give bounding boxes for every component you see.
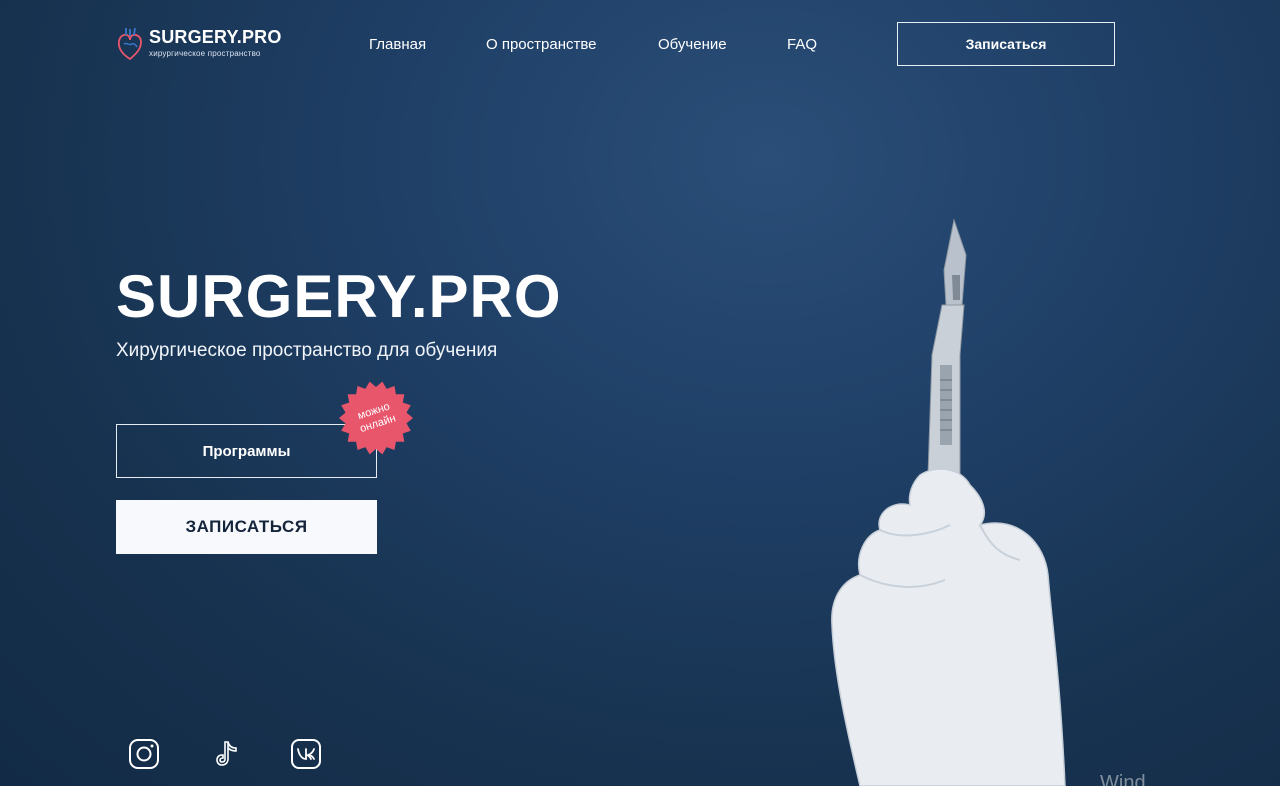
nav-item-faq[interactable]: FAQ xyxy=(787,36,817,53)
instagram-icon xyxy=(129,739,159,769)
vk-icon xyxy=(291,739,321,769)
nav-item-about[interactable]: О пространстве xyxy=(486,36,597,53)
nav-item-education[interactable]: Обучение xyxy=(658,36,727,53)
tiktok-link[interactable] xyxy=(211,738,243,770)
hero-signup-button[interactable]: ЗАПИСАТЬСЯ xyxy=(116,500,377,554)
online-badge: можно онлайн xyxy=(338,380,414,456)
tiktok-icon xyxy=(216,741,237,766)
logo-subtitle: хирургическое пространство xyxy=(149,49,261,58)
nav-item-home[interactable]: Главная xyxy=(369,36,426,53)
hero-subtitle: Хирургическое пространство для обучения xyxy=(116,340,498,361)
gloved-hand-scalpel-illustration xyxy=(831,218,1066,786)
heart-anatomy-icon xyxy=(117,27,142,61)
hero-title: SURGERY.PRO xyxy=(116,263,562,330)
header-signup-button[interactable]: Записаться xyxy=(897,22,1115,66)
os-watermark: Wind xyxy=(1100,772,1146,786)
header: SURGERY.PRO хирургическое пространство Г… xyxy=(0,0,1280,90)
instagram-link[interactable] xyxy=(128,738,160,770)
vk-link[interactable] xyxy=(290,738,322,770)
logo-title: SURGERY.PRO xyxy=(149,27,282,47)
logo[interactable]: SURGERY.PRO хирургическое пространство xyxy=(116,24,306,64)
